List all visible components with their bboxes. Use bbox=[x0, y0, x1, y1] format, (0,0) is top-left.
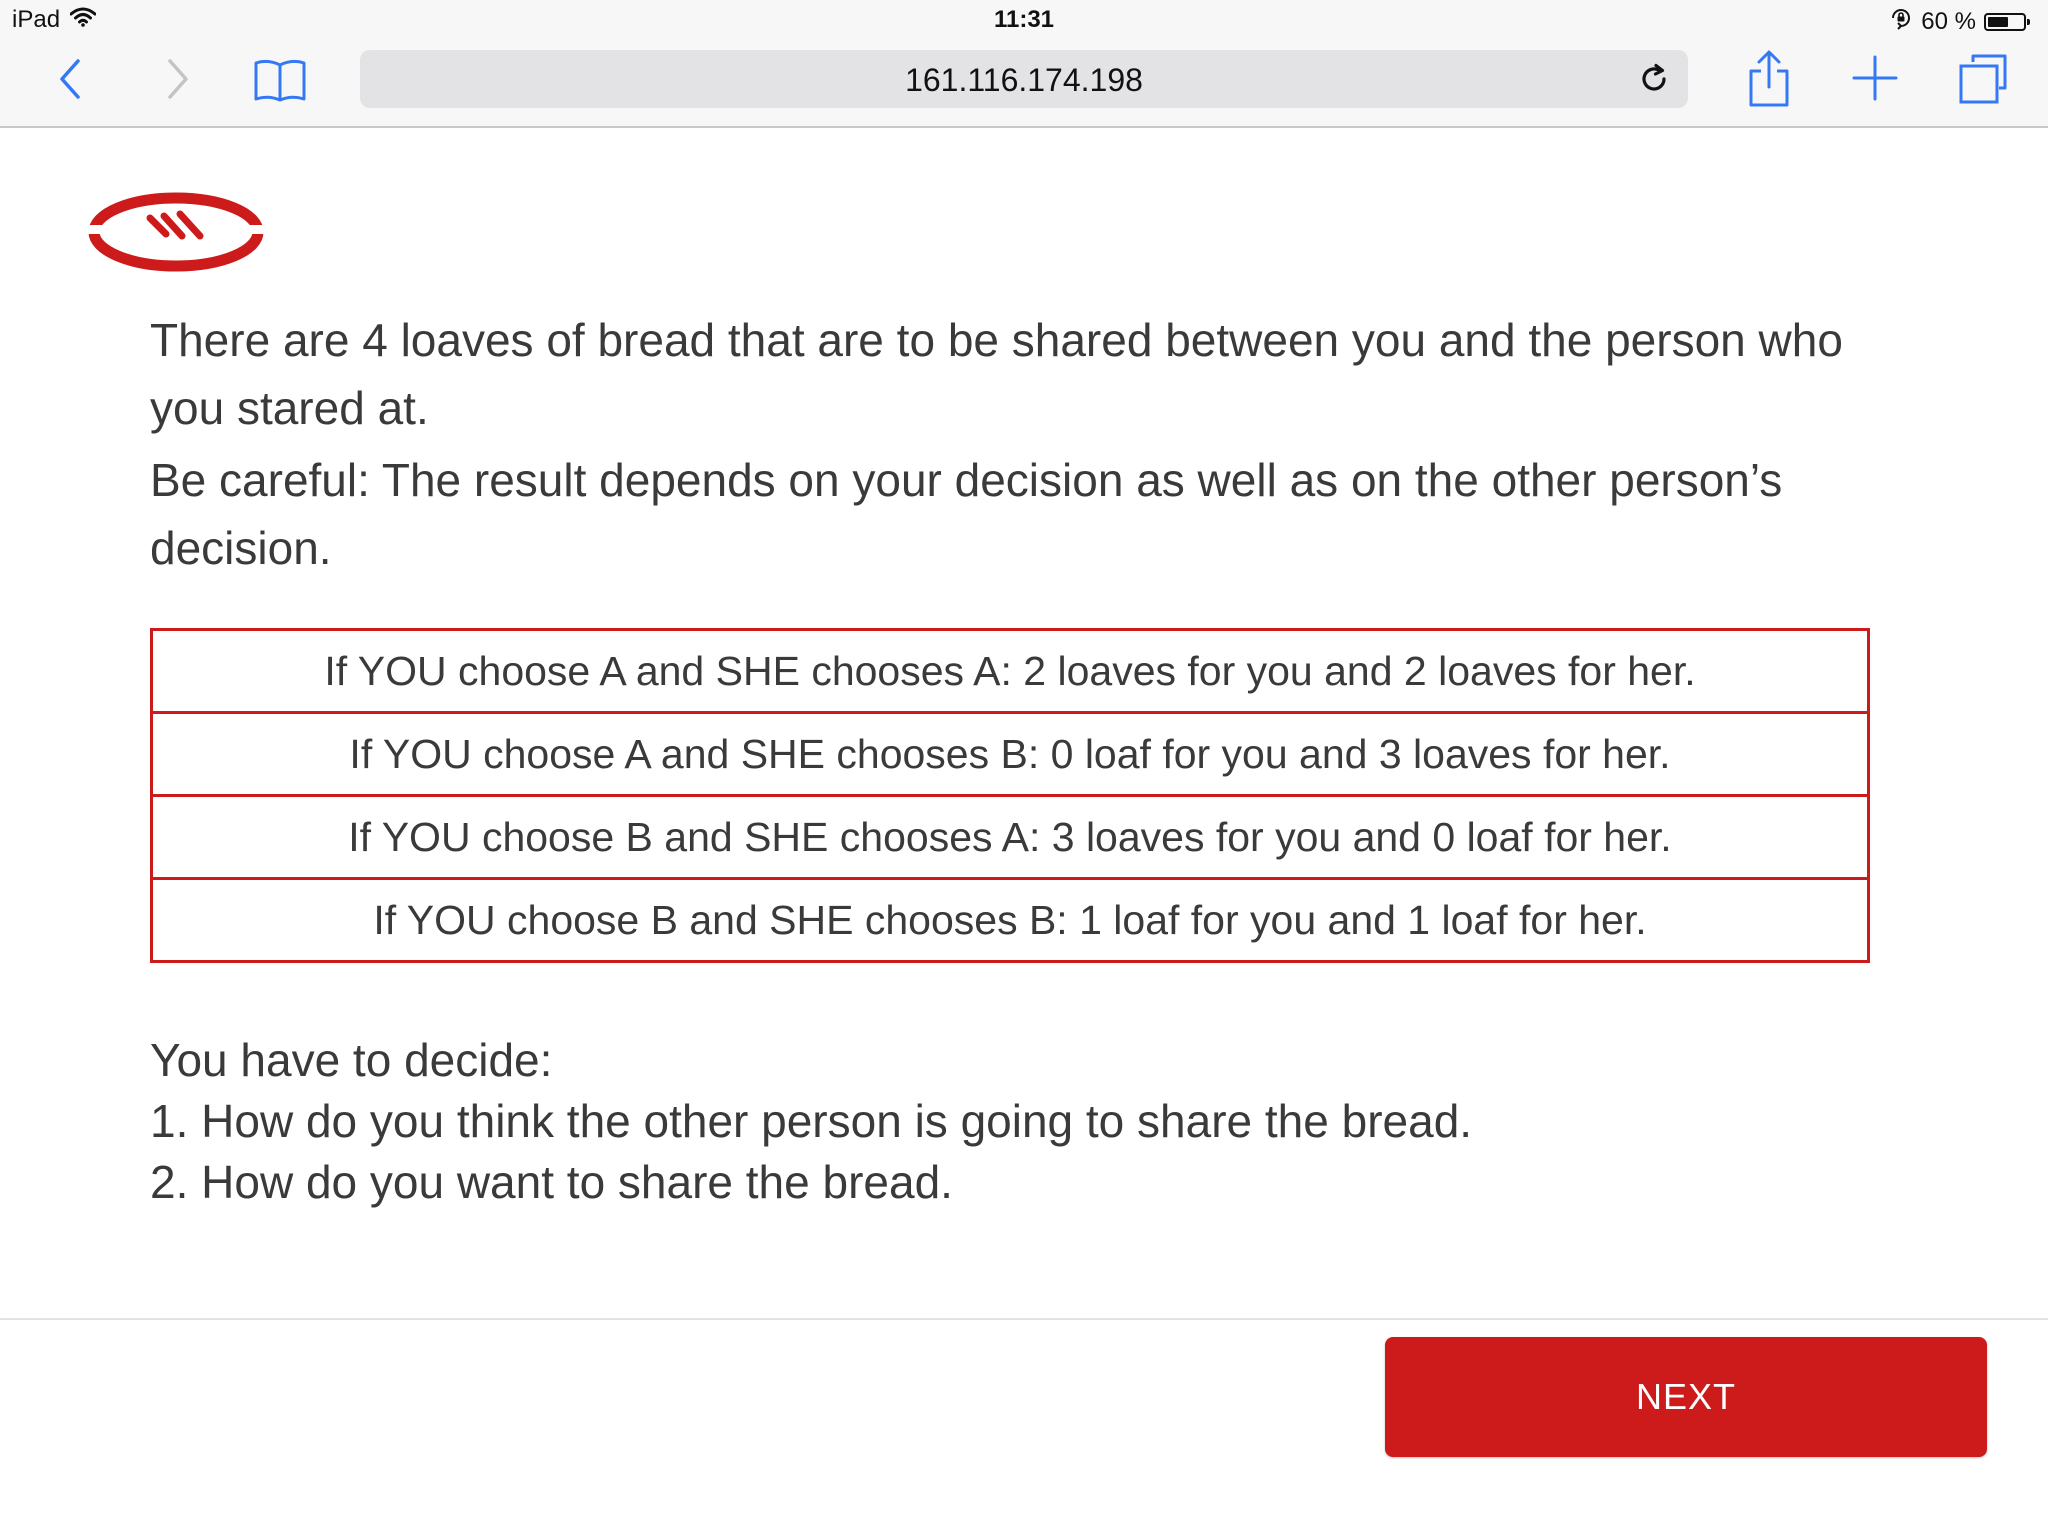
outcome-aa: If YOU choose A and SHE chooses A: 2 loa… bbox=[150, 628, 1870, 714]
intro-paragraph: There are 4 loaves of bread that are to … bbox=[150, 314, 1843, 434]
book-icon[interactable] bbox=[250, 54, 310, 106]
outcome-bb: If YOU choose B and SHE chooses B: 1 loa… bbox=[150, 877, 1870, 963]
url-text: 161.116.174.198 bbox=[905, 62, 1143, 98]
battery-level bbox=[1988, 16, 2008, 27]
battery-percent: 60 % bbox=[1921, 7, 1976, 35]
logo bbox=[88, 192, 264, 272]
browser-toolbar: 161.116.174.198 bbox=[0, 38, 2048, 128]
status-time: 11:31 bbox=[993, 6, 1055, 33]
chevron-right-icon[interactable] bbox=[158, 56, 198, 102]
share-icon[interactable] bbox=[1742, 46, 1796, 112]
outcome-ab: If YOU choose A and SHE chooses B: 0 loa… bbox=[150, 711, 1870, 797]
table-row: If YOU choose A and SHE chooses B: 0 loa… bbox=[150, 711, 1870, 797]
decide-item-2: 2. How do you want to share the bread. bbox=[150, 1156, 953, 1208]
status-right: 60 % bbox=[1889, 6, 2030, 37]
decision-instructions: You have to decide: 1. How do you think … bbox=[150, 1030, 1472, 1213]
decide-heading: You have to decide: bbox=[150, 1034, 553, 1086]
address-bar[interactable]: 161.116.174.198 bbox=[360, 50, 1688, 108]
next-button[interactable]: NEXT bbox=[1385, 1337, 1987, 1457]
intro-text: There are 4 loaves of bread that are to … bbox=[150, 306, 1910, 582]
chevron-left-icon[interactable] bbox=[50, 56, 90, 102]
plus-icon[interactable] bbox=[1850, 52, 1900, 104]
warning-paragraph: Be careful: The result depends on your d… bbox=[150, 454, 1783, 574]
reload-icon[interactable] bbox=[1636, 60, 1674, 98]
battery-icon bbox=[1984, 12, 2030, 31]
orientation-lock-icon bbox=[1889, 6, 1913, 37]
tabs-icon[interactable] bbox=[1955, 50, 2011, 106]
status-bar: iPad 11:31 60 % bbox=[0, 0, 2048, 38]
payoff-table: If YOU choose A and SHE chooses A: 2 loa… bbox=[150, 628, 1870, 963]
decide-item-1: 1. How do you think the other person is … bbox=[150, 1095, 1473, 1147]
outcome-ba: If YOU choose B and SHE chooses A: 3 loa… bbox=[150, 794, 1870, 880]
table-row: If YOU choose B and SHE chooses A: 3 loa… bbox=[150, 794, 1870, 880]
table-row: If YOU choose A and SHE chooses A: 2 loa… bbox=[150, 628, 1870, 714]
table-row: If YOU choose B and SHE chooses B: 1 loa… bbox=[150, 877, 1870, 963]
footer-divider bbox=[0, 1318, 2048, 1320]
